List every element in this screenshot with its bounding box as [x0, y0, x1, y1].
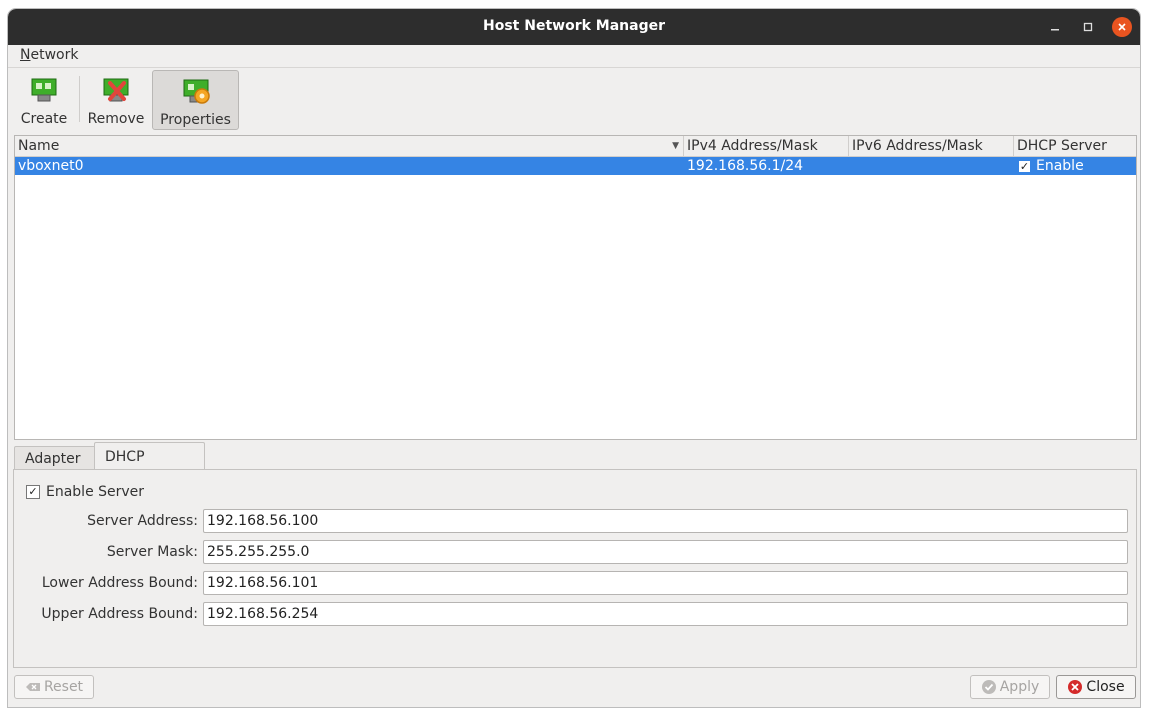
row-ipv6 — [849, 157, 852, 175]
list-header: Name ▼ IPv4 Address/Mask IPv6 Address/Ma… — [15, 136, 1136, 157]
server-mask-field[interactable]: 255.255.255.0 — [203, 540, 1128, 564]
window-title: Host Network Manager — [483, 18, 665, 34]
reset-icon — [25, 683, 40, 691]
create-button[interactable]: Create — [14, 70, 74, 128]
dhcp-enabled-checkbox[interactable]: ✓ — [1019, 160, 1030, 172]
network-list[interactable]: Name ▼ IPv4 Address/Mask IPv6 Address/Ma… — [14, 135, 1137, 440]
upper-address-bound-label: Upper Address Bound: — [41, 606, 198, 622]
minimize-icon — [1051, 29, 1059, 31]
network-adapter-create-icon — [31, 78, 57, 102]
reset-button[interactable]: Reset — [14, 675, 94, 699]
close-label: Close — [1086, 679, 1125, 695]
button-bar: Reset Apply Close — [8, 673, 1140, 707]
maximize-icon — [1083, 22, 1093, 32]
lower-bound-row: Lower Address Bound: 192.168.56.101 — [14, 571, 1136, 597]
create-label: Create — [20, 111, 68, 127]
maximize-button[interactable] — [1078, 17, 1098, 37]
column-header-ipv4[interactable]: IPv4 Address/Mask — [684, 136, 849, 156]
apply-check-icon — [981, 680, 996, 694]
enable-server-label: Enable Server — [46, 484, 145, 500]
menu-network[interactable]: Network — [20, 47, 78, 63]
network-adapter-remove-icon — [103, 78, 129, 102]
remove-label: Remove — [87, 111, 145, 127]
server-address-label: Server Address: — [87, 513, 198, 529]
minimize-button[interactable] — [1045, 17, 1065, 37]
close-circle-icon — [1068, 680, 1083, 694]
row-ipv4: 192.168.56.1/24 — [687, 158, 804, 174]
properties-label: Properties — [160, 112, 231, 128]
network-adapter-properties-icon — [183, 79, 210, 104]
row-name: vboxnet0 — [18, 158, 84, 174]
dhcp-server-panel: ✓ Enable Server Server Address: 192.168.… — [13, 469, 1137, 668]
menu-bar: Network — [8, 45, 1140, 68]
row-dhcp-cell: ✓ Enable — [1016, 157, 1084, 175]
tab-dhcp-server[interactable]: DHCP Server — [94, 442, 205, 493]
host-network-manager-window: Host Network Manager Network Create Remo… — [8, 9, 1140, 707]
close-icon — [1118, 23, 1126, 31]
enable-server-checkbox[interactable]: ✓ Enable Server — [26, 484, 144, 500]
server-mask-label: Server Mask: — [106, 544, 198, 560]
checkbox-check-icon: ✓ — [26, 485, 40, 499]
tab-adapter[interactable]: Adapter — [14, 446, 96, 471]
column-header-ipv6[interactable]: IPv6 Address/Mask — [849, 136, 1014, 156]
reset-label: Reset — [43, 679, 84, 695]
table-row[interactable]: vboxnet0 192.168.56.1/24 ✓ Enable — [15, 157, 1136, 175]
title-bar: Host Network Manager — [8, 9, 1140, 45]
window-close-button[interactable] — [1112, 17, 1132, 37]
apply-button[interactable]: Apply — [970, 675, 1050, 699]
toolbar: Create Remove Properties — [8, 68, 1140, 134]
upper-address-bound-field[interactable]: 192.168.56.254 — [203, 602, 1128, 626]
lower-address-bound-field[interactable]: 192.168.56.101 — [203, 571, 1128, 595]
server-address-row: Server Address: 192.168.56.100 — [14, 509, 1136, 535]
remove-button[interactable]: Remove — [86, 70, 146, 128]
sort-down-icon: ▼ — [672, 141, 679, 151]
server-mask-row: Server Mask: 255.255.255.0 — [14, 540, 1136, 566]
column-header-dhcp[interactable]: DHCP Server — [1014, 136, 1136, 156]
column-header-name[interactable]: Name ▼ — [15, 136, 684, 156]
apply-label: Apply — [999, 679, 1040, 695]
lower-address-bound-label: Lower Address Bound: — [41, 575, 198, 591]
toolbar-separator — [79, 76, 80, 122]
row-dhcp: Enable — [1036, 158, 1084, 174]
column-name-label: Name — [18, 138, 60, 154]
properties-button[interactable]: Properties — [152, 70, 239, 130]
close-button[interactable]: Close — [1056, 675, 1136, 699]
upper-bound-row: Upper Address Bound: 192.168.56.254 — [14, 602, 1136, 628]
server-address-field[interactable]: 192.168.56.100 — [203, 509, 1128, 533]
